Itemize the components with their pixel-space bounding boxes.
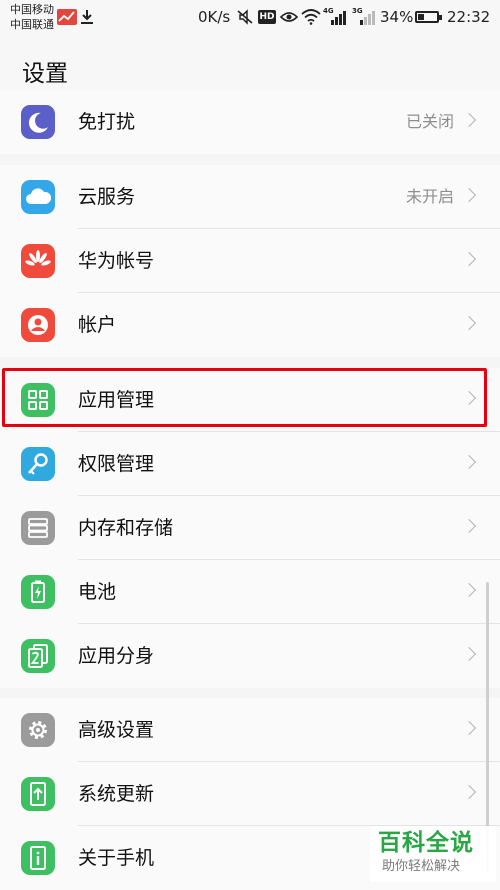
- chevron-right-icon: [461, 454, 477, 470]
- settings-item-label: 华为帐号: [78, 250, 155, 272]
- watermark-subtitle: 助你轻松解决: [382, 859, 461, 874]
- watermark-title: 百科全说: [378, 830, 474, 856]
- signal-icon-2: [360, 11, 375, 25]
- huawei-icon: [21, 244, 55, 278]
- moon-icon: [21, 105, 55, 139]
- battery-percent: 34%: [380, 8, 414, 26]
- info-icon: [21, 841, 55, 875]
- key-icon: [21, 447, 55, 481]
- group-do-not-disturb: 免打扰 已关闭: [0, 90, 500, 154]
- settings-item-do-not-disturb[interactable]: 免打扰 已关闭: [0, 90, 500, 154]
- cloud-icon: [21, 180, 55, 214]
- battery-icon: [415, 11, 442, 23]
- mute-icon: [237, 9, 253, 25]
- highlight-box: [2, 368, 487, 427]
- status-bar: 中国移动 中国联通 0K/s HD 4G 3G 34% 22:32: [0, 0, 500, 36]
- update-icon: [21, 777, 55, 811]
- hd-badge: HD: [258, 10, 276, 24]
- stock-chart-icon: [57, 9, 77, 25]
- storage-icon: [21, 511, 55, 545]
- carrier-1: 中国移动: [10, 3, 54, 16]
- settings-item-cloud[interactable]: 云服务 未开启: [0, 165, 500, 229]
- account-icon: [21, 308, 55, 342]
- eye-icon: [280, 12, 298, 22]
- settings-item-huawei-account[interactable]: 华为帐号: [0, 229, 500, 293]
- settings-item-label: 权限管理: [78, 453, 155, 475]
- watermark: 百科全说 助你轻松解决: [370, 826, 496, 882]
- settings-item-label: 应用分身: [78, 645, 155, 667]
- page-title: 设置: [22, 61, 68, 87]
- settings-item-battery[interactable]: 电池: [0, 560, 500, 624]
- signal-icon-1: [331, 11, 346, 25]
- group-accounts: 云服务 未开启 华为帐号 帐户: [0, 165, 500, 357]
- chevron-right-icon: [461, 784, 477, 800]
- settings-item-label: 云服务: [78, 186, 136, 208]
- chevron-right-icon: [461, 187, 477, 203]
- download-icon: [81, 10, 93, 24]
- chevron-right-icon: [461, 720, 477, 736]
- settings-item-advanced[interactable]: 高级设置: [0, 698, 500, 762]
- header: 设置: [0, 36, 500, 98]
- carrier-2: 中国联通: [10, 18, 54, 31]
- battery-icon: [21, 575, 55, 609]
- settings-item-memory-storage[interactable]: 内存和存储: [0, 496, 500, 560]
- chevron-right-icon: [461, 112, 477, 128]
- gear-icon: [21, 713, 55, 747]
- app-twin-icon: [21, 639, 55, 673]
- wifi-icon: [301, 9, 321, 25]
- chevron-right-icon: [461, 646, 477, 662]
- settings-item-value: 已关闭: [405, 112, 454, 131]
- clock: 22:32: [447, 8, 491, 26]
- settings-item-label: 关于手机: [78, 847, 155, 869]
- settings-item-accounts[interactable]: 帐户: [0, 293, 500, 357]
- settings-item-value: 未开启: [405, 187, 454, 206]
- settings-item-app-twin[interactable]: 应用分身: [0, 624, 500, 688]
- settings-item-system-update[interactable]: 系统更新: [0, 762, 500, 826]
- settings-item-label: 电池: [78, 581, 117, 603]
- settings-item-label: 高级设置: [78, 719, 155, 741]
- settings-item-label: 免打扰: [78, 111, 136, 133]
- carrier-info: 中国移动 中国联通: [10, 2, 54, 32]
- chevron-right-icon: [461, 315, 477, 331]
- settings-item-label: 帐户: [78, 314, 117, 336]
- settings-item-permissions[interactable]: 权限管理: [0, 432, 500, 496]
- settings-item-label: 内存和存储: [78, 517, 174, 539]
- chevron-right-icon: [461, 251, 477, 267]
- chevron-right-icon: [461, 518, 477, 534]
- chevron-right-icon: [461, 582, 477, 598]
- settings-item-label: 系统更新: [78, 783, 155, 805]
- net-speed: 0K/s: [198, 8, 231, 26]
